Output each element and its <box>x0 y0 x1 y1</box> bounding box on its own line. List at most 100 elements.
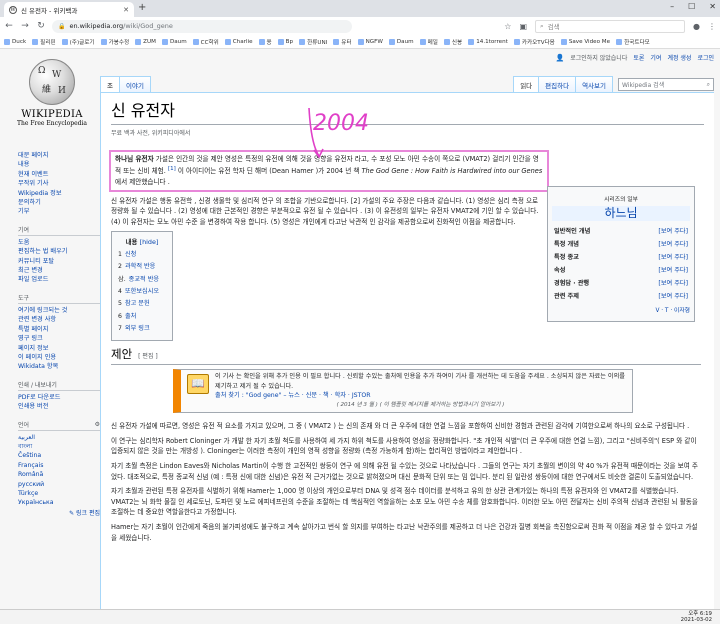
back-icon[interactable]: ← <box>4 21 14 31</box>
address-bar[interactable]: 🔒 en.wikipedia.org/wiki/God_gene <box>52 19 352 33</box>
profile-icon[interactable]: ● <box>693 22 700 31</box>
sidebar-contribute-item[interactable]: 도움 <box>18 238 100 247</box>
sidebar-print-item[interactable]: 인쇄용 버전 <box>18 402 100 411</box>
bookmark-item[interactable]: 필리핀 <box>32 38 56 46</box>
sidebar-tools-item[interactable]: 여기에 링크되는 것 <box>18 306 100 315</box>
tab-talk[interactable]: 이야기 <box>118 76 151 92</box>
new-tab-icon[interactable]: + <box>138 2 146 13</box>
find-sources-links[interactable]: 출처 찾기 : "God gene" – 뉴스 · 신문 · 책 · 학자 · … <box>215 391 626 401</box>
search-icon[interactable]: ⌕ <box>707 81 710 89</box>
sidebar-nav-item[interactable]: 문의하기 <box>18 198 100 207</box>
close-window-icon[interactable]: ✕ <box>709 2 716 11</box>
extension-icon[interactable]: ▣ <box>519 22 527 31</box>
toc-item[interactable]: 4 또한보십시오 <box>118 286 166 298</box>
bookmark-item[interactable]: 한류UNI <box>299 38 327 46</box>
language-link[interactable]: русский <box>18 480 100 489</box>
language-link[interactable]: Français <box>18 461 100 470</box>
bookmark-item[interactable]: NGFW <box>357 38 383 45</box>
sidebar-tools-item[interactable]: 특별 페이지 <box>18 325 100 334</box>
tab-edit[interactable]: 편집하다 <box>538 76 577 92</box>
forward-icon[interactable]: → <box>20 21 30 31</box>
toolbar-search-box[interactable]: ⌕ 검색 <box>535 19 686 33</box>
star-icon[interactable]: ☆ <box>504 22 511 31</box>
sidebar-navigation: 대문 페이지 내용 현재 이벤트 무작위 기사 Wikipedia 정보 문의하기 기부 <box>18 151 100 217</box>
infobox-show-link[interactable]: [보여 주다] <box>658 240 688 249</box>
os-taskbar: 오후 6:19 2021-03-02 <box>0 609 720 624</box>
talk-link[interactable]: 토론 <box>633 53 644 62</box>
bookmark-item[interactable]: 가봉수정 <box>100 38 129 46</box>
toc-item[interactable]: 2 과학적 반응 <box>118 261 166 273</box>
bookmark-item[interactable]: Save Video Me <box>560 38 611 45</box>
wikipedia-logo[interactable]: Ω W 維 И WIKIPEDIA The Free Encyclopedia <box>12 59 92 139</box>
sidebar-nav-item[interactable]: 대문 페이지 <box>18 151 100 160</box>
sidebar-contribute-item[interactable]: 편집하는 법 배우기 <box>18 247 100 256</box>
tab-article[interactable]: 조 <box>100 76 120 92</box>
language-link[interactable]: العربية <box>18 433 100 442</box>
infobox-show-link[interactable]: [보여 주다] <box>658 227 688 236</box>
sidebar-nav-item[interactable]: Wikipedia 정보 <box>18 189 100 198</box>
bookmark-item[interactable]: 한국트다모 <box>616 38 650 46</box>
toc-item[interactable]: 5 참고 문헌 <box>118 298 166 310</box>
bookmark-item[interactable]: Charlie <box>224 38 253 45</box>
language-link[interactable]: Čeština <box>18 451 100 460</box>
sidebar-tools-item[interactable]: 관련 변경 사항 <box>18 315 100 324</box>
system-clock[interactable]: 오후 6:19 2021-03-02 <box>681 611 712 624</box>
bookmark-item[interactable]: (주)글로기 <box>61 38 95 46</box>
language-link[interactable]: Türkçe <box>18 489 100 498</box>
toc-item[interactable]: 6 출처 <box>118 311 166 323</box>
close-tab-icon[interactable]: ✕ <box>123 6 129 14</box>
sidebar-tools-item[interactable]: 이 페이지 인용 <box>18 353 100 362</box>
toc-hide-link[interactable]: [hide] <box>140 238 159 246</box>
tab-history[interactable]: 역사보기 <box>575 76 613 92</box>
bookmark-item[interactable]: 14.1torrent <box>468 38 508 45</box>
sidebar-contribute-item[interactable]: 파일 업로드 <box>18 275 100 284</box>
toc-item[interactable]: 삼. 종교적 반응 <box>118 274 166 286</box>
sidebar-nav-item[interactable]: 내용 <box>18 160 100 169</box>
menu-icon[interactable]: ⋮ <box>708 22 716 31</box>
bookmark-item[interactable]: CC학위 <box>192 38 219 46</box>
contributions-link[interactable]: 기여 <box>650 53 661 62</box>
bookmark-item[interactable]: 용 <box>258 38 272 46</box>
language-link[interactable]: বাংলা <box>18 442 100 451</box>
bookmark-item[interactable]: 신봉 <box>443 38 462 46</box>
edit-links-link[interactable]: ✎ 링크 편집 <box>18 508 100 517</box>
sidebar-tools-item[interactable]: 페이지 정보 <box>18 344 100 353</box>
infobox-show-link[interactable]: [보여 주다] <box>658 253 688 262</box>
bookmark-item[interactable]: Bp <box>277 38 293 45</box>
infobox-show-link[interactable]: [보여 주다] <box>658 279 688 288</box>
toc-item[interactable]: 7 외부 링크 <box>118 323 166 335</box>
infobox-show-link[interactable]: [보여 주다] <box>658 292 688 301</box>
wiki-search-input[interactable]: Wikipedia 검색 ⌕ <box>618 78 714 91</box>
bookmark-item[interactable]: 유터 <box>333 38 352 46</box>
bookmark-item[interactable]: Duck <box>4 38 26 45</box>
sidebar-tools-item[interactable]: Wikidata 항목 <box>18 362 100 371</box>
sidebar-contribute-item[interactable]: 커뮤니티 포탈 <box>18 257 100 266</box>
reference-link[interactable]: [1] <box>168 166 176 172</box>
bookmark-item[interactable]: Daum <box>388 38 414 45</box>
bookmark-item[interactable]: 카카오TV다음 <box>513 38 555 46</box>
tab-read[interactable]: 읽다 <box>513 76 540 92</box>
sidebar-tools-item[interactable]: 영구 링크 <box>18 334 100 343</box>
bookmark-item[interactable]: Daum <box>161 38 187 45</box>
sidebar-nav-item[interactable]: 현재 이벤트 <box>18 170 100 179</box>
bookmark-item[interactable]: ZUM <box>135 38 156 45</box>
infobox-show-link[interactable]: [보여 주다] <box>658 266 688 275</box>
bookmark-label: Save Video Me <box>568 38 611 45</box>
minimize-icon[interactable]: – <box>670 2 674 11</box>
bookmark-item[interactable]: 메일 <box>419 38 438 46</box>
sidebar-contribute-item[interactable]: 최근 변경 <box>18 266 100 275</box>
sidebar-nav-item[interactable]: 무작위 기사 <box>18 179 100 188</box>
login-link[interactable]: 로그인 <box>697 53 714 62</box>
section-edit-link[interactable]: [ 편집 ] <box>138 353 158 360</box>
sidebar-nav-item[interactable]: 기부 <box>18 207 100 216</box>
infobox-title[interactable]: 하느님 <box>552 205 690 222</box>
browser-tab[interactable]: W 신 유전자 - 위키백과 ✕ <box>4 2 134 17</box>
reload-icon[interactable]: ↻ <box>36 21 46 31</box>
maximize-icon[interactable]: ☐ <box>688 2 695 11</box>
create-account-link[interactable]: 계정 생성 <box>667 53 691 62</box>
language-link[interactable]: Română <box>18 470 100 479</box>
sidebar-print-item[interactable]: PDF로 다운로드 <box>18 393 100 402</box>
vte-links[interactable]: V · T · 이자형 <box>552 306 690 317</box>
toc-item[interactable]: 1 신청 <box>118 249 166 261</box>
language-link[interactable]: Українська <box>18 498 100 507</box>
